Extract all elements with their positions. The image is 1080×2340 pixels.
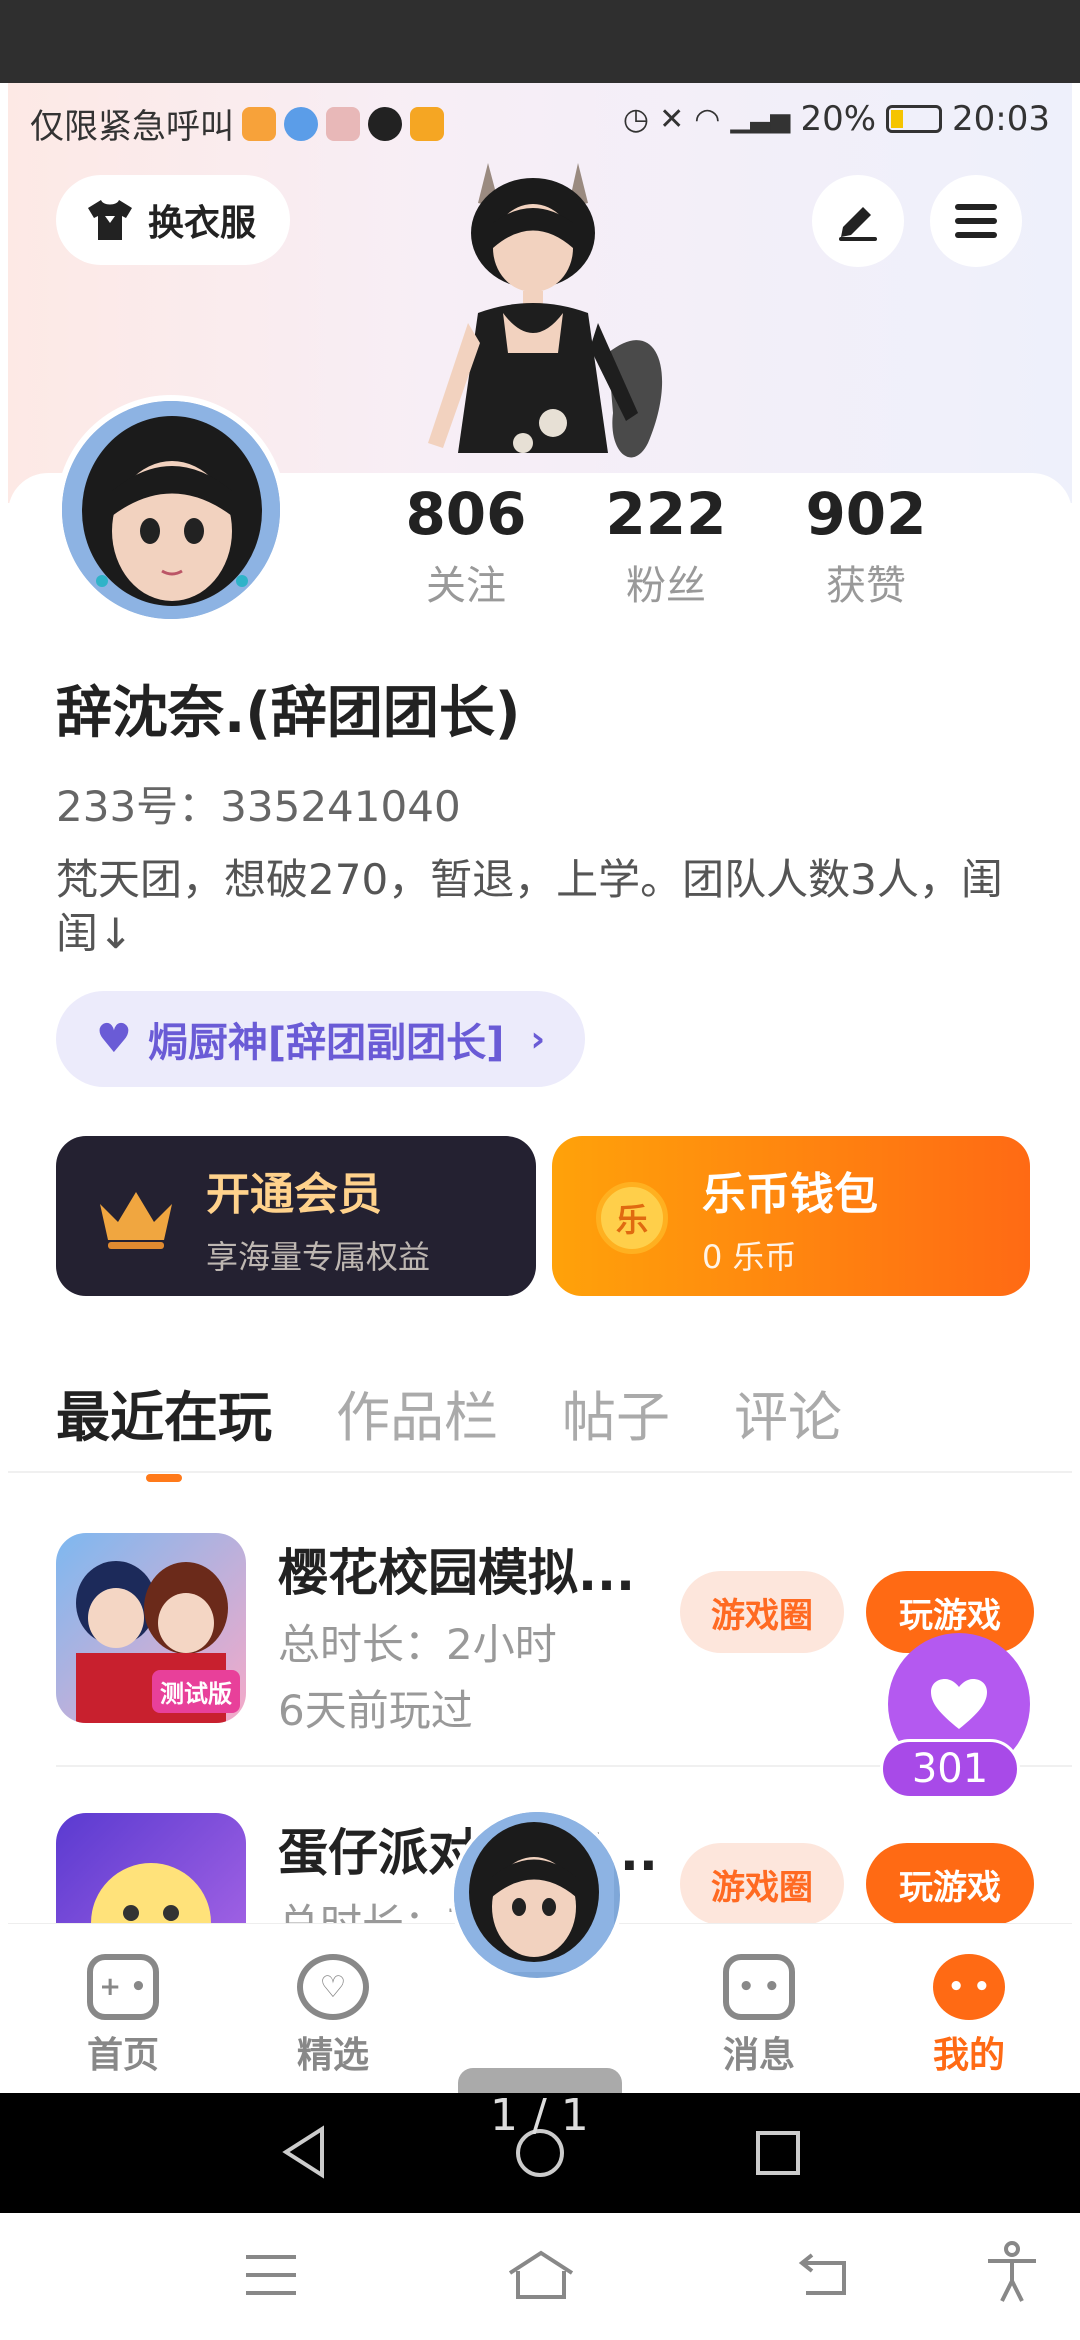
signal-icon: ▁▃▅	[730, 104, 791, 134]
mute-icon: ✕	[659, 101, 685, 137]
nav-home-label: 首页	[86, 2035, 159, 2076]
calendar-app-icon	[326, 106, 360, 141]
carrier-text: 仅限紧急呼叫	[30, 107, 234, 147]
game-last-played: 6天前玩过	[278, 1686, 473, 1735]
stat-following-label: 关注	[426, 562, 506, 609]
like-count: 301	[880, 1739, 1020, 1799]
avatar-image	[62, 401, 280, 619]
edit-profile-button[interactable]	[812, 175, 904, 267]
heart-icon: ♥	[96, 1016, 132, 1062]
vip-subtitle: 享海量专属权益	[206, 1238, 431, 1276]
recents-icon[interactable]	[754, 2129, 802, 2177]
vip-title: 开通会员	[206, 1169, 382, 1220]
return-icon[interactable]	[796, 2253, 850, 2297]
profile-tabs: 最近在玩 作品栏 帖子 评论	[56, 1373, 906, 1482]
stat-likes-value: 902	[805, 480, 927, 548]
nav-messages[interactable]: • • 消息	[684, 1954, 834, 2078]
nav-avatar-image	[454, 1812, 614, 1972]
top-frame	[0, 0, 1080, 83]
avatar[interactable]	[56, 395, 286, 625]
accessibility-icon[interactable]	[984, 2241, 1040, 2305]
wallet-card[interactable]: 乐 乐币钱包 0 乐币	[552, 1136, 1030, 1296]
nav-home[interactable]: + • 首页	[48, 1954, 198, 2078]
stat-followers-label: 粉丝	[626, 562, 706, 609]
vip-card[interactable]: 开通会员 享海量专属权益	[56, 1136, 536, 1296]
heart-icon	[931, 1679, 987, 1729]
stat-likes[interactable]: 902 获赞	[766, 480, 966, 611]
game-title: 樱花校园模拟...	[278, 1544, 635, 1602]
profile-id: 233号：335241040	[56, 782, 461, 831]
tab-posts[interactable]: 帖子	[562, 1373, 670, 1452]
coin-glyph: 乐	[615, 1201, 648, 1239]
profile-name: 辞沈奈.(辞团团长)	[56, 681, 521, 746]
wallet-title: 乐币钱包	[702, 1169, 878, 1220]
stat-followers[interactable]: 222 粉丝	[566, 480, 766, 611]
nav-center-avatar[interactable]	[450, 1808, 624, 1982]
gamepad-icon: + •	[87, 1954, 159, 2020]
relation-tag-label: 焗厨神[辞团副团长]	[147, 1020, 505, 1066]
notes-app-icon	[410, 106, 444, 141]
coin-icon: 乐	[596, 1182, 668, 1254]
tab-comments[interactable]: 评论	[734, 1373, 842, 1452]
game-thumbnail: 测试版	[56, 1533, 246, 1723]
host-toolbar	[0, 2213, 1080, 2340]
menu-icon	[955, 204, 997, 238]
nav-featured-label: 精选	[296, 2035, 369, 2076]
change-outfit-label: 换衣服	[148, 203, 257, 244]
heart-outline-icon: ♡	[297, 1954, 369, 2020]
phone-screen: 仅限紧急呼叫 ◷ ✕ ◠ ▁▃▅ 20% 20:03 换衣服 806 关注 22…	[8, 83, 1072, 2093]
relation-tag[interactable]: ♥ 焗厨神[辞团副团长] ›	[56, 991, 586, 1087]
video-app-icon	[242, 106, 276, 141]
nav-me-label: 我的	[932, 2035, 1005, 2076]
wallet-balance: 0 乐币	[702, 1238, 797, 1276]
stat-following-value: 806	[405, 480, 527, 548]
edit-icon	[839, 207, 877, 241]
tab-works[interactable]: 作品栏	[336, 1373, 498, 1452]
home-icon[interactable]	[506, 2249, 576, 2301]
battery-percent: 20%	[800, 99, 877, 139]
clock: 20:03	[952, 99, 1050, 139]
pager-label: 1 / 1	[490, 2090, 589, 2141]
message-icon: • •	[723, 1954, 795, 2020]
stat-following[interactable]: 806 关注	[366, 480, 566, 611]
back-icon[interactable]	[280, 2125, 328, 2179]
game-circle-button[interactable]: 游戏圈	[680, 1571, 844, 1653]
chevron-right-icon: ›	[530, 1018, 546, 1060]
me-icon: • •	[933, 1954, 1005, 2020]
profile-bio: 梵天团，想破270，暂退，上学。团队人数3人，闺闺↓	[56, 855, 1003, 958]
menu-lines-icon[interactable]	[244, 2253, 298, 2297]
play-game-button[interactable]: 玩游戏	[866, 1843, 1034, 1925]
test-version-badge: 测试版	[152, 1670, 240, 1713]
change-outfit-button[interactable]: 换衣服	[56, 175, 291, 265]
nav-messages-label: 消息	[722, 2035, 795, 2076]
game-circle-button[interactable]: 游戏圈	[680, 1843, 844, 1925]
browser-app-icon	[284, 106, 318, 141]
tabs-divider	[8, 1471, 1072, 1473]
tiktok-icon	[368, 106, 402, 141]
alarm-icon: ◷	[622, 101, 650, 137]
stat-likes-label: 获赞	[826, 562, 906, 609]
game-duration: 总时长：2小时	[278, 1620, 557, 1669]
battery-icon	[886, 105, 943, 133]
tshirt-icon	[88, 200, 132, 240]
nav-me[interactable]: • • 我的	[894, 1954, 1044, 2078]
status-bar: 仅限紧急呼叫 ◷ ✕ ◠ ▁▃▅ 20% 20:03	[8, 83, 1072, 153]
stat-followers-value: 222	[605, 480, 727, 548]
tab-recently-played[interactable]: 最近在玩	[56, 1373, 272, 1482]
crown-icon	[100, 1192, 172, 1249]
nav-featured[interactable]: ♡ 精选	[258, 1954, 408, 2078]
wifi-icon: ◠	[694, 101, 721, 137]
menu-button[interactable]	[930, 175, 1022, 267]
